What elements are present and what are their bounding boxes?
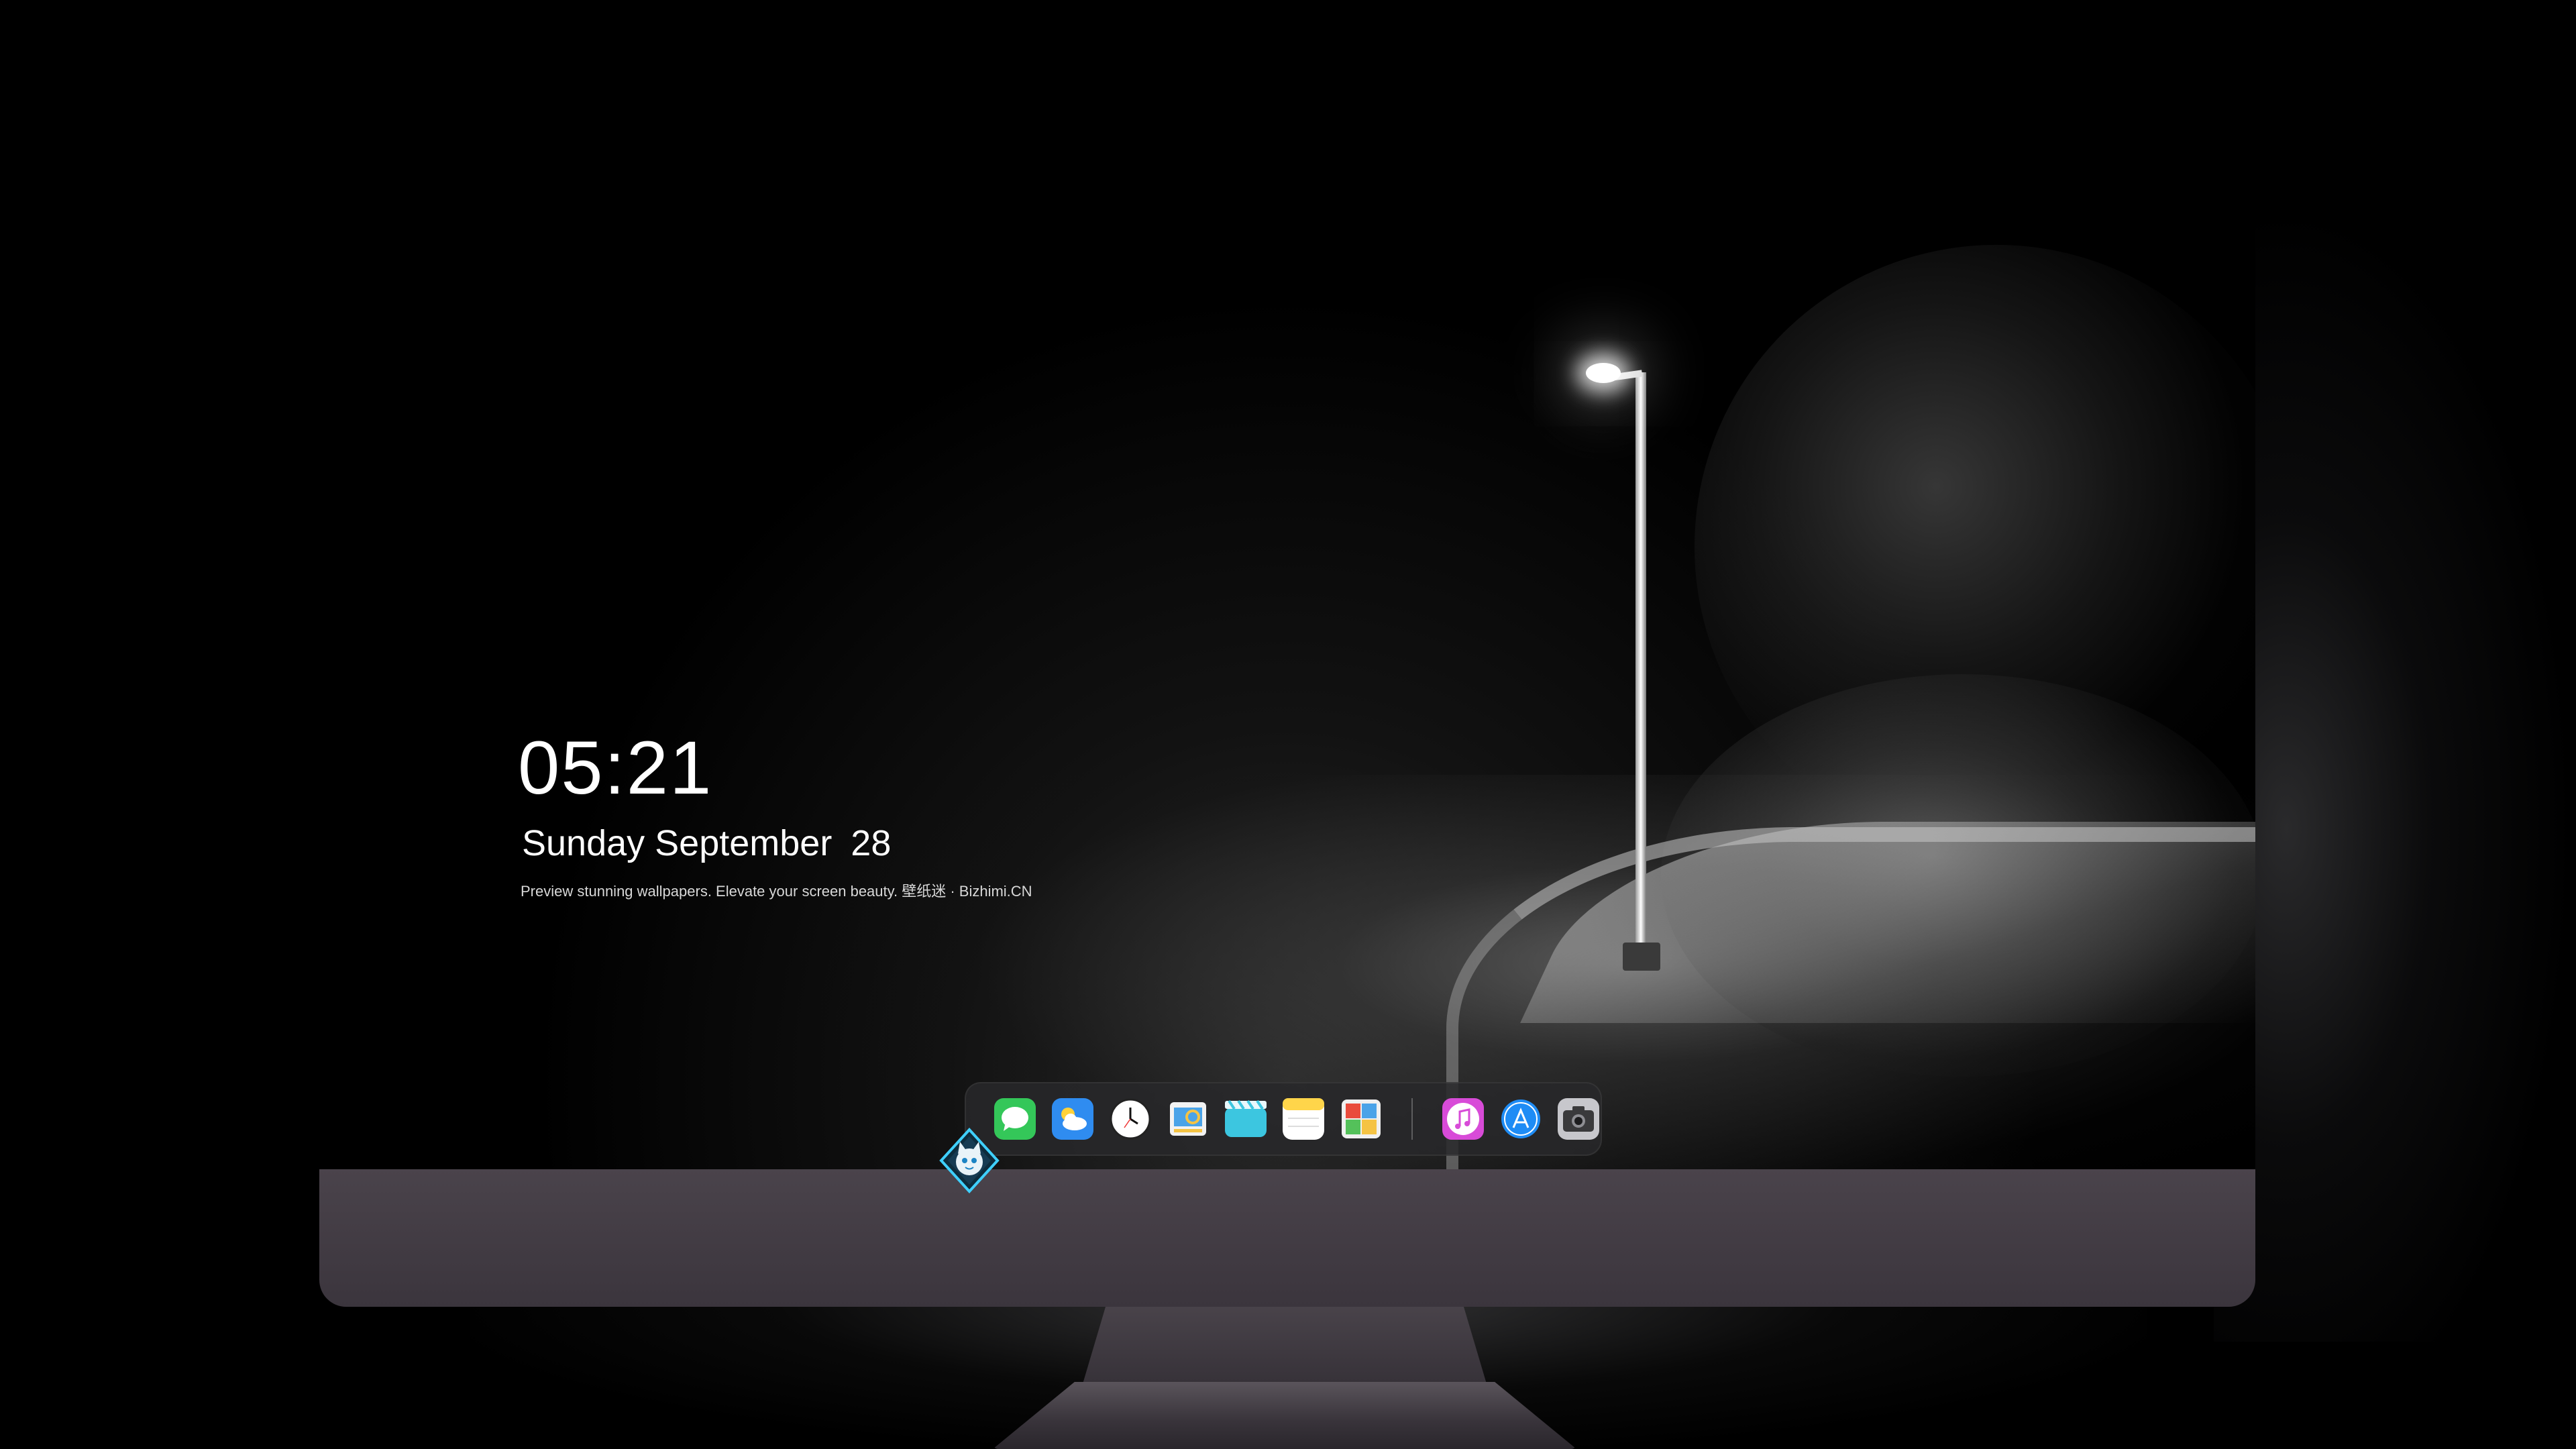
clock-icon[interactable]	[1110, 1098, 1151, 1140]
camera-icon[interactable]	[1558, 1098, 1599, 1140]
clips-icon[interactable]	[1225, 1098, 1267, 1140]
street-lamp-pole	[1635, 372, 1646, 956]
weather-icon[interactable]	[1052, 1098, 1093, 1140]
cat-mascot-logo-icon	[939, 1128, 1000, 1193]
ambient-glow	[2214, 201, 2576, 1342]
lockscreen-date: Sunday September 28	[522, 822, 891, 864]
monitor-stand-base	[993, 1382, 1576, 1449]
monitor: 05:21 Sunday September 28 Preview stunnin…	[319, 70, 2255, 1307]
monitor-chin	[319, 1169, 2255, 1307]
photo-booth-icon[interactable]	[1340, 1098, 1382, 1140]
lockscreen-tagline: Preview stunning wallpapers. Elevate you…	[521, 883, 1032, 900]
date-day: 28	[851, 823, 892, 863]
app-store-icon[interactable]	[1500, 1098, 1542, 1140]
street-lamp-light	[1586, 363, 1621, 383]
itunes-icon[interactable]	[1442, 1098, 1484, 1140]
date-weekday-month: Sunday September	[522, 823, 833, 863]
notes-icon[interactable]	[1283, 1098, 1324, 1140]
desktop-screen: 05:21 Sunday September 28 Preview stunnin…	[319, 70, 2255, 1169]
lockscreen-time: 05:21	[518, 726, 713, 810]
dock-separator	[1411, 1098, 1413, 1140]
dock	[965, 1082, 1602, 1156]
street-lamp-base	[1623, 943, 1660, 971]
preview-icon[interactable]	[1167, 1098, 1209, 1140]
